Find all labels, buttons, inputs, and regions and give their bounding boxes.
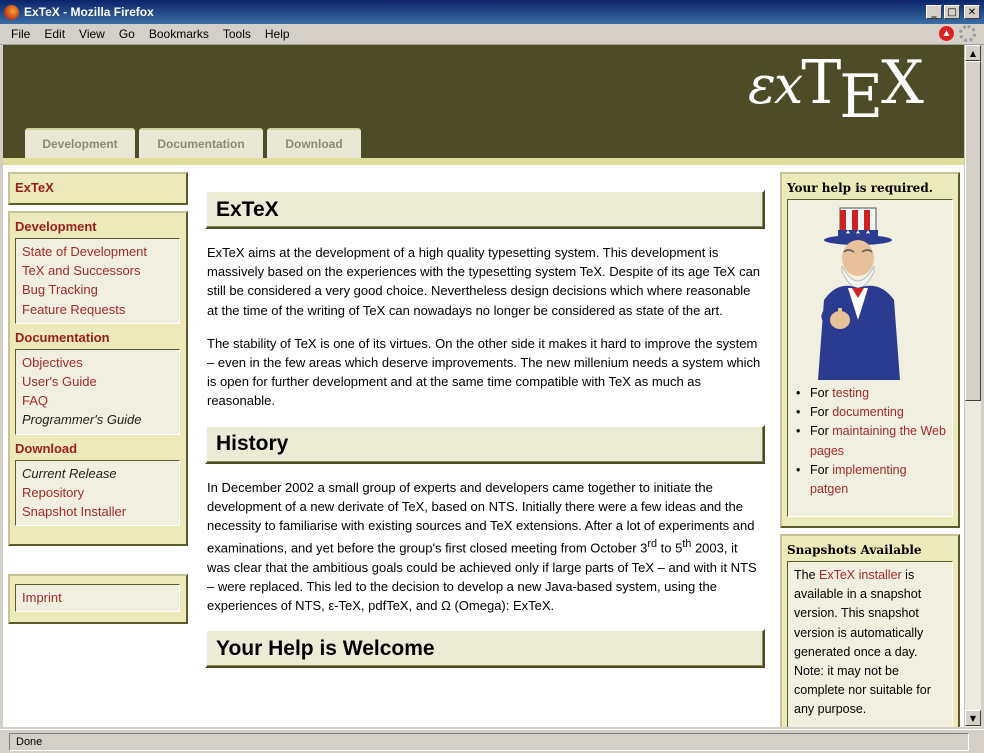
nav-item-current-release: Current Release: [22, 465, 117, 481]
nav-item-feature-requests[interactable]: Feature Requests: [22, 300, 173, 319]
page-viewport: εxTEX Development Documentation Download…: [3, 45, 964, 727]
main-content: ExTeX ExTeX aims at the development of a…: [205, 190, 765, 669]
nav-development-title[interactable]: Development: [10, 213, 186, 234]
firefox-icon: [4, 4, 19, 20]
menu-bookmarks[interactable]: Bookmarks: [142, 27, 216, 41]
stability-paragraph: The stability of TeX is one of its virtu…: [207, 335, 761, 409]
help-item-maintaining: • For maintaining the Web pages: [796, 424, 946, 458]
tab-download[interactable]: Download: [267, 128, 361, 158]
nav-item-programmers-guide: Programmer's Guide: [22, 412, 142, 428]
window-title: ExTeX - Mozilla Firefox: [24, 5, 154, 19]
heading-your-help: Your Help is Welcome: [205, 629, 765, 669]
scroll-down-button[interactable]: ▼: [965, 710, 981, 726]
history-paragraph: In December 2002 a small group of expert…: [207, 479, 757, 614]
help-item-documenting: • For documenting: [796, 405, 904, 420]
heading-history: History: [205, 424, 765, 464]
nav-download-title[interactable]: Download: [10, 439, 186, 456]
nav-item-snapshot-installer[interactable]: Snapshot Installer: [22, 502, 173, 521]
status-bar: Done: [0, 729, 984, 753]
throbber-icon: [959, 25, 976, 42]
help-list: • For testing • For documenting • For maint…: [788, 380, 952, 505]
nav-home-link[interactable]: ExTeX: [10, 174, 186, 195]
menu-file[interactable]: File: [4, 27, 37, 41]
nav-item-repository[interactable]: Repository: [22, 483, 173, 502]
snapshots-title: Snapshots Available: [787, 543, 922, 557]
menu-edit[interactable]: Edit: [37, 27, 72, 41]
heading-extex: ExTeX: [205, 190, 765, 229]
help-title: Your help is required.: [787, 181, 933, 195]
help-inner: • For testing • For documenting • For maint…: [787, 199, 953, 517]
extex-logo: εxTEX: [748, 48, 924, 132]
nav-imprint-box: Imprint: [8, 574, 188, 624]
menu-go[interactable]: Go: [112, 27, 142, 41]
uncle-sam-image: [818, 207, 900, 380]
nav-documentation-title[interactable]: Documentation: [10, 328, 186, 345]
nav-item-tex-and-successors[interactable]: TeX and Successors: [22, 261, 173, 280]
nav-sections-box: Development State of Development TeX and…: [8, 211, 188, 546]
help-box: Your help is required. • For testing • F…: [780, 172, 960, 528]
help-link-testing[interactable]: testing: [832, 386, 869, 400]
nav-development-list: State of Development TeX and Successors …: [15, 238, 180, 324]
scroll-up-button[interactable]: ▲: [965, 45, 981, 61]
nav-item-imprint[interactable]: Imprint: [22, 588, 173, 607]
nav-item-faq[interactable]: FAQ: [22, 391, 173, 410]
tab-documentation[interactable]: Documentation: [139, 128, 263, 158]
nav-item-state-of-development[interactable]: State of Development: [22, 242, 173, 261]
minimize-button[interactable]: _: [926, 5, 942, 19]
intro-paragraph: ExTeX aims at the development of a high …: [207, 245, 761, 318]
header-band: [3, 158, 964, 165]
snapshots-inner: The ExTeX installer is available in a sn…: [787, 561, 953, 727]
help-item-implementing: • For implementing patgen: [796, 462, 907, 497]
nav-imprint-list: Imprint: [15, 584, 180, 613]
nav-documentation-list: Objectives User's Guide FAQ Programmer's…: [15, 348, 180, 435]
help-item-testing: • For testing: [796, 386, 870, 400]
nav-home-box: ExTeX: [8, 172, 188, 205]
snapshots-text: The ExTeX installer is available in a sn…: [794, 568, 931, 717]
nav-download-list: Current Release Repository Snapshot Inst…: [15, 459, 180, 527]
close-button[interactable]: ✕: [964, 5, 980, 19]
status-text: Done: [9, 732, 969, 751]
nav-item-objectives[interactable]: Objectives: [22, 353, 173, 372]
nav-item-users-guide[interactable]: User's Guide: [22, 372, 173, 391]
tab-development[interactable]: Development: [25, 128, 135, 158]
site-tabs: Development Documentation Download: [25, 128, 365, 158]
menu-bar: File Edit View Go Bookmarks Tools Help ▲: [0, 24, 984, 45]
scroll-thumb[interactable]: [965, 61, 981, 401]
extex-installer-link[interactable]: ExTeX installer: [819, 568, 902, 582]
menu-help[interactable]: Help: [258, 27, 297, 41]
site-header: εxTEX Development Documentation Download: [3, 45, 964, 158]
menu-tools[interactable]: Tools: [216, 27, 258, 41]
window-titlebar: ExTeX - Mozilla Firefox _ □ ✕: [0, 0, 984, 24]
nav-item-bug-tracking[interactable]: Bug Tracking: [22, 280, 173, 299]
help-link-documenting[interactable]: documenting: [832, 405, 904, 419]
maximize-button[interactable]: □: [944, 5, 960, 19]
snapshots-box: Snapshots Available The ExTeX installer …: [780, 534, 960, 727]
vertical-scrollbar[interactable]: ▲ ▼: [964, 45, 981, 727]
stop-icon[interactable]: ▲: [939, 26, 954, 41]
menu-view[interactable]: View: [72, 27, 112, 41]
